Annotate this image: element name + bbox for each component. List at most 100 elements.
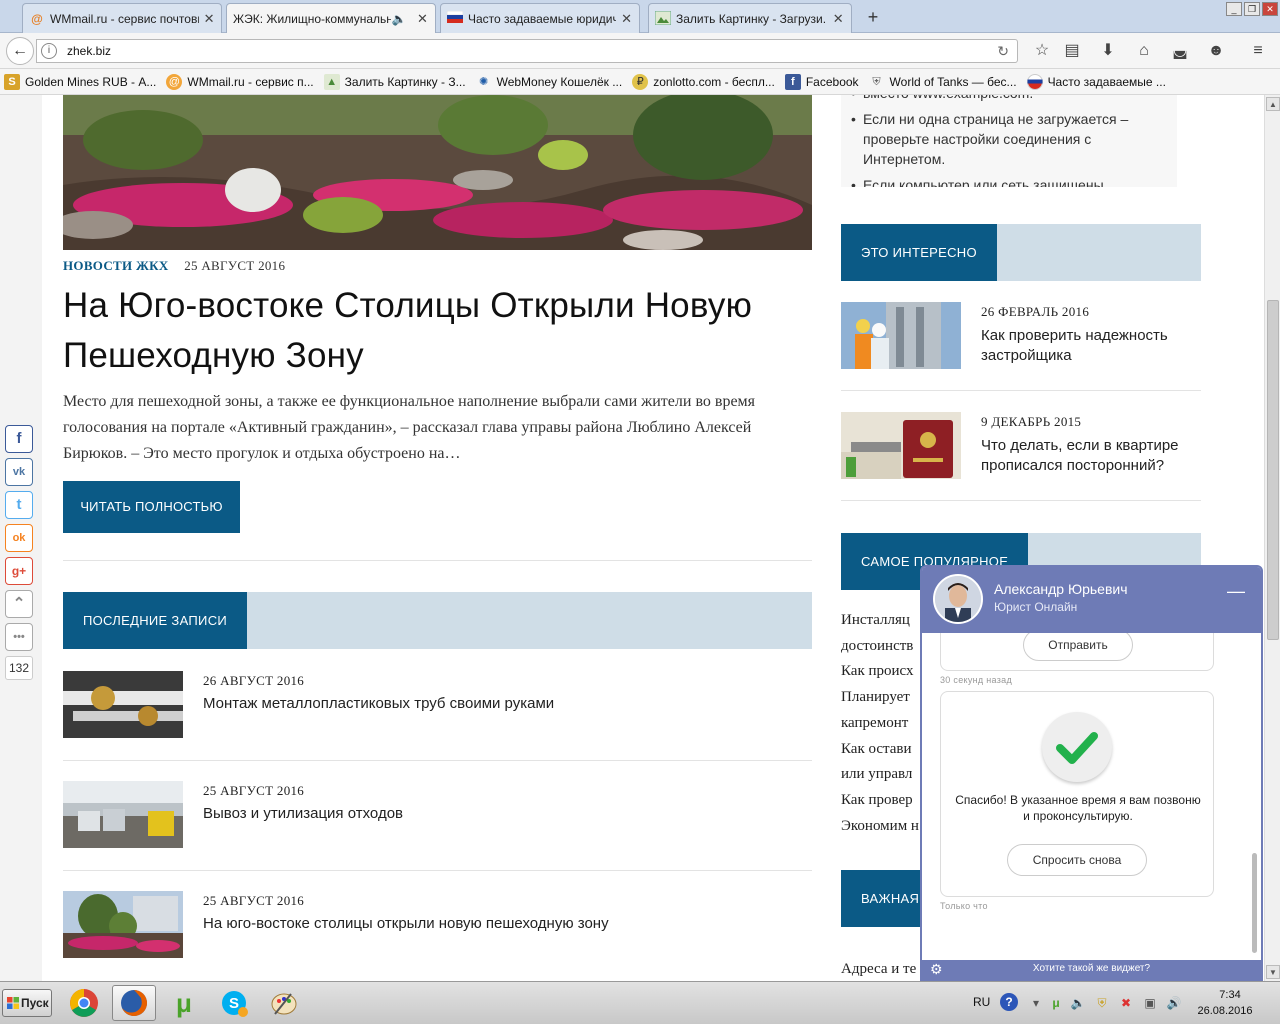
post-title[interactable]: На юго-востоке столицы открыли новую пеш… xyxy=(203,915,609,932)
tab-zhek[interactable]: ЖЭК: Жилищно-коммунальн... 🔈 ✕ xyxy=(226,3,436,34)
scroll-top-icon[interactable]: ⌃ xyxy=(5,590,33,618)
scroll-down-arrow-icon[interactable]: ▼ xyxy=(1266,965,1280,979)
chat-icon[interactable]: ☻ xyxy=(1206,41,1226,61)
close-icon[interactable]: ✕ xyxy=(620,11,633,27)
bookmark-golden-mines[interactable]: S Golden Mines RUB - А... xyxy=(4,73,156,90)
url-text[interactable]: zhek.biz xyxy=(67,44,111,58)
info-icon[interactable]: i xyxy=(41,43,57,59)
minimize-window-button[interactable]: _ xyxy=(1226,2,1242,16)
shield-icon[interactable]: ⛨ xyxy=(1093,994,1111,1012)
chevron-down-icon[interactable]: ▾ xyxy=(1027,994,1045,1012)
list-item[interactable]: 26 ФЕВРАЛЬ 2016 Как проверить надежность… xyxy=(841,302,1201,372)
vkontakte-share-icon[interactable]: vk xyxy=(5,458,33,486)
network-error-icon[interactable]: ✖ xyxy=(1117,994,1135,1012)
scroll-up-arrow-icon[interactable]: ▲ xyxy=(1266,97,1280,111)
pocket-icon[interactable]: ◛ xyxy=(1170,41,1190,61)
list-item[interactable]: 25 АВГУСТ 2016 Вывоз и утилизация отходо… xyxy=(63,781,812,851)
help-icon[interactable]: ? xyxy=(1000,993,1018,1011)
utorrent-tray-icon[interactable]: μ xyxy=(1047,994,1065,1012)
popular-link[interactable]: Планирует xyxy=(841,685,931,711)
start-button[interactable]: Пуск xyxy=(2,989,52,1017)
close-icon[interactable]: ✕ xyxy=(416,11,429,27)
scrollbar-thumb[interactable] xyxy=(1267,300,1279,640)
post-title[interactable]: Что делать, если в квартире прописался п… xyxy=(981,436,1196,476)
utorrent-taskbar-icon[interactable]: μ xyxy=(162,985,206,1021)
twitter-share-icon[interactable]: t xyxy=(5,491,33,519)
odnoklassniki-share-icon[interactable]: ok xyxy=(5,524,33,552)
chat-header[interactable]: Александр Юрьевич Юрист Онлайн — xyxy=(922,567,1261,633)
volume-icon[interactable]: 🔈 xyxy=(1069,994,1087,1012)
back-button[interactable]: ← xyxy=(6,37,34,65)
post-title[interactable]: Как проверить надежность застройщика xyxy=(981,326,1196,366)
chat-scrollbar-thumb[interactable] xyxy=(1252,853,1257,953)
post-thumbnail[interactable] xyxy=(63,891,183,958)
close-window-button[interactable]: ✕ xyxy=(1262,2,1278,16)
facebook-share-icon[interactable]: f xyxy=(5,425,33,453)
clock-date[interactable]: 26.08.2016 xyxy=(1190,1005,1260,1017)
list-item[interactable]: 26 АВГУСТ 2016 Монтаж металлопластиковых… xyxy=(63,671,812,741)
read-more-button[interactable]: ЧИТАТЬ ПОЛНОСТЬЮ xyxy=(63,481,240,533)
popular-link[interactable]: достоинств xyxy=(841,634,931,660)
restore-window-button[interactable]: ❐ xyxy=(1244,2,1260,16)
bookmark-wmmail[interactable]: @ WMmail.ru - сервис п... xyxy=(166,73,314,90)
post-thumbnail[interactable] xyxy=(841,302,961,369)
article-category-link[interactable]: НОВОСТИ ЖКХ xyxy=(63,258,169,273)
bookmark-star-icon[interactable]: ☆ xyxy=(1032,41,1052,61)
google-plus-share-icon[interactable]: g+ xyxy=(5,557,33,585)
article-title[interactable]: На Юго-востоке Столицы Открыли Новую Пеш… xyxy=(63,281,823,381)
post-date: 26 ФЕВРАЛЬ 2016 xyxy=(981,304,1090,319)
bookmark-webmoney[interactable]: ✺ WebMoney Кошелёк ... xyxy=(476,74,622,90)
minimize-chat-button[interactable]: — xyxy=(1227,581,1245,602)
post-date: 25 АВГУСТ 2016 xyxy=(203,893,305,908)
popular-link[interactable]: Экономим н xyxy=(841,814,931,840)
close-icon[interactable]: ✕ xyxy=(203,11,215,27)
popular-link[interactable]: Как остави xyxy=(841,737,931,763)
important-header: ВАЖНАЯ xyxy=(841,870,940,927)
page-scrollbar[interactable]: ▲ ▼ xyxy=(1264,95,1280,981)
reload-icon[interactable]: ↻ xyxy=(997,43,1009,60)
address-link[interactable]: Адреса и те xyxy=(841,961,931,978)
article-hero-image[interactable] xyxy=(63,95,812,250)
popular-link[interactable]: капремонт xyxy=(841,711,931,737)
paint-taskbar-icon[interactable] xyxy=(262,985,306,1021)
speaker-icon[interactable]: 🔈 xyxy=(391,11,407,27)
popular-link[interactable]: Как провер xyxy=(841,788,931,814)
reading-list-icon[interactable]: ▤ xyxy=(1062,41,1082,61)
popular-link[interactable]: или управл xyxy=(841,762,931,788)
send-button[interactable]: Отправить xyxy=(1023,633,1133,661)
post-thumbnail[interactable] xyxy=(841,412,961,479)
bookmark-wot[interactable]: ⛨ World of Tanks — бес... xyxy=(869,74,1016,90)
widget-promo-link[interactable]: Хотите такой же виджет? xyxy=(922,963,1261,974)
new-tab-button[interactable]: + xyxy=(862,6,884,28)
firefox-taskbar-icon[interactable] xyxy=(112,985,156,1021)
tab-faq[interactable]: Часто задаваемые юридич... ✕ xyxy=(440,3,640,33)
speaker-icon[interactable]: 🔊 xyxy=(1165,994,1183,1012)
downloads-icon[interactable]: ⬇ xyxy=(1098,41,1118,61)
list-item[interactable]: 25 АВГУСТ 2016 На юго-востоке столицы от… xyxy=(63,891,812,961)
clock-time[interactable]: 7:34 xyxy=(1200,989,1260,1001)
close-icon[interactable]: ✕ xyxy=(831,11,845,27)
url-bar[interactable]: i zhek.biz ↻ xyxy=(36,39,1018,63)
post-title[interactable]: Монтаж металлопластиковых труб своими ру… xyxy=(203,695,554,712)
tab-image-upload[interactable]: Залить Картинку - Загрузи... ✕ xyxy=(648,3,852,33)
skype-taskbar-icon[interactable]: S xyxy=(212,985,256,1021)
home-icon[interactable]: ⌂ xyxy=(1134,41,1154,61)
more-share-icon[interactable]: ••• xyxy=(5,623,33,651)
tab-wmmail[interactable]: @ WMmail.ru - сервис почтовых ... ✕ xyxy=(22,3,222,33)
bookmark-zonlotto[interactable]: ₽ zonlotto.com - беспл... xyxy=(632,73,775,90)
bookmark-faq[interactable]: Часто задаваемые ... xyxy=(1026,73,1166,90)
post-title[interactable]: Вывоз и утилизация отходов xyxy=(203,805,403,822)
bookmark-image-upload[interactable]: ▲ Залить Картинку - З... xyxy=(323,73,466,90)
post-thumbnail[interactable] xyxy=(63,671,183,738)
network-icon[interactable]: ▣ xyxy=(1141,994,1159,1012)
chrome-taskbar-icon[interactable] xyxy=(62,985,106,1021)
ask-again-button[interactable]: Спросить снова xyxy=(1007,844,1147,876)
list-item[interactable]: 9 ДЕКАБРЬ 2015 Что делать, если в кварти… xyxy=(841,412,1201,482)
popular-link[interactable]: Инсталляц xyxy=(841,608,931,634)
menu-icon[interactable]: ≡ xyxy=(1248,41,1268,61)
divider xyxy=(63,760,812,761)
post-thumbnail[interactable] xyxy=(63,781,183,848)
popular-link[interactable]: Как происх xyxy=(841,659,931,685)
bookmark-facebook[interactable]: f Facebook xyxy=(784,73,859,90)
language-indicator[interactable]: RU xyxy=(973,995,990,1009)
